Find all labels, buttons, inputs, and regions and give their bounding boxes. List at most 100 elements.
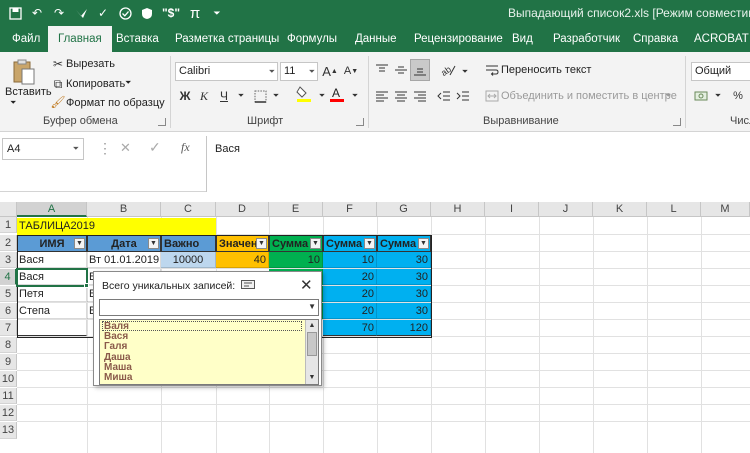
fill-handle[interactable]: [84, 283, 89, 288]
header-cell[interactable]: Важно: [161, 235, 216, 252]
list-item[interactable]: Миша: [104, 373, 132, 383]
scroll-up-icon[interactable]: ▲: [306, 320, 318, 332]
header-cell[interactable]: Сумма ▼: [269, 235, 323, 252]
value-cell[interactable]: 40: [216, 252, 269, 268]
column-header[interactable]: B: [87, 202, 161, 217]
copy-button[interactable]: Копировать: [66, 78, 125, 90]
paste-dropdown-icon[interactable]: ⏷: [10, 98, 16, 108]
tab-formulas[interactable]: Формулы: [287, 26, 337, 52]
percent-icon[interactable]: %: [730, 88, 746, 104]
check-icon[interactable]: ✓: [94, 4, 112, 22]
column-header[interactable]: M: [701, 202, 750, 217]
row-header[interactable]: 2: [0, 235, 17, 251]
active-cell-cursor[interactable]: [16, 268, 88, 287]
row-header[interactable]: 5: [0, 286, 17, 302]
shield-icon[interactable]: [138, 4, 156, 22]
column-header[interactable]: E: [269, 202, 323, 217]
row-header[interactable]: 3: [0, 252, 17, 268]
font-name-select[interactable]: Calibri ⏷: [175, 62, 278, 81]
tab-file[interactable]: Файл: [12, 26, 40, 52]
header-cell[interactable]: Дата ▼: [87, 235, 161, 252]
insert-function-button[interactable]: fx: [181, 140, 190, 155]
filter-dropdown-icon[interactable]: ▼: [310, 238, 321, 249]
column-header[interactable]: C: [161, 202, 216, 217]
fill-color-icon[interactable]: [296, 86, 312, 102]
tab-help[interactable]: Справка: [633, 26, 678, 52]
decrease-indent-icon[interactable]: [436, 88, 452, 104]
font-size-select[interactable]: 11 ⏷: [280, 62, 318, 81]
row-header[interactable]: 1: [0, 217, 17, 233]
undo-icon[interactable]: ↶: [28, 4, 46, 22]
sum-cell[interactable]: 30: [377, 252, 431, 268]
chevron-down-icon[interactable]: ▼: [308, 302, 316, 311]
unique-values-combobox[interactable]: ▼: [99, 299, 319, 316]
dropdown-icon[interactable]: ⏷: [208, 4, 226, 22]
row-header[interactable]: 13: [0, 422, 17, 439]
align-left-icon[interactable]: [374, 88, 390, 104]
row-header[interactable]: 4: [0, 269, 17, 285]
column-header[interactable]: A: [17, 202, 87, 217]
list-scrollbar[interactable]: ▲ ▼: [305, 320, 318, 384]
italic-button[interactable]: К: [196, 88, 212, 104]
column-header[interactable]: D: [216, 202, 269, 217]
copy-dropdown-icon[interactable]: ⏷: [125, 78, 131, 88]
align-top-icon[interactable]: [374, 62, 390, 78]
list-item[interactable]: Валя: [102, 321, 302, 332]
column-header[interactable]: I: [485, 202, 539, 217]
row-header[interactable]: 11: [0, 388, 17, 404]
borders-icon[interactable]: [252, 88, 268, 104]
formula-input[interactable]: Вася: [206, 136, 750, 192]
clipboard-launcher-icon[interactable]: [158, 118, 166, 126]
tab-home[interactable]: Главная: [48, 26, 112, 52]
sum-cell[interactable]: 20: [323, 286, 377, 302]
header-cell[interactable]: Значен ▼: [216, 235, 269, 252]
sum-cell[interactable]: 30: [377, 269, 431, 285]
column-header[interactable]: G: [377, 202, 431, 217]
tab-data[interactable]: Данные: [355, 26, 397, 52]
paste-icon[interactable]: [11, 58, 37, 86]
column-header[interactable]: L: [647, 202, 701, 217]
scroll-down-icon[interactable]: ▼: [306, 372, 318, 384]
align-middle-icon[interactable]: [393, 62, 409, 78]
column-header[interactable]: H: [431, 202, 485, 217]
importance-cell[interactable]: 10000: [161, 252, 216, 268]
column-header[interactable]: F: [323, 202, 377, 217]
filter-dropdown-icon[interactable]: ▼: [256, 238, 267, 249]
font-launcher-icon[interactable]: [356, 118, 364, 126]
grow-font-icon[interactable]: A ▲: [322, 63, 338, 79]
borders-dropdown-icon[interactable]: ⏷: [268, 88, 284, 104]
name-cell[interactable]: Вася: [17, 252, 87, 268]
sum-cell[interactable]: 10: [323, 252, 377, 268]
format-painter-button[interactable]: Формат по образцу: [66, 97, 165, 109]
header-cell[interactable]: Сумма ▼: [377, 235, 431, 252]
wrap-text-button[interactable]: Переносить текст: [501, 64, 591, 76]
row-header[interactable]: 7: [0, 320, 17, 336]
orientation-icon[interactable]: ab: [440, 62, 456, 78]
pi-icon[interactable]: π: [186, 4, 204, 22]
alignment-launcher-icon[interactable]: [673, 118, 681, 126]
bold-button[interactable]: Ж: [177, 88, 193, 104]
tab-page-layout[interactable]: Разметка страницы: [175, 26, 279, 52]
total-cell[interactable]: 120: [377, 320, 431, 336]
align-center-icon[interactable]: [393, 88, 409, 104]
more-options-icon[interactable]: ⋮: [98, 140, 112, 157]
filter-dropdown-icon[interactable]: ▼: [418, 238, 429, 249]
cut-button[interactable]: Вырезать: [66, 58, 115, 70]
cancel-entry-button[interactable]: ✕: [120, 140, 131, 156]
filter-dropdown-icon[interactable]: ▼: [74, 238, 85, 249]
confirm-entry-button[interactable]: ✓: [149, 139, 161, 156]
list-item[interactable]: Галя: [104, 342, 127, 352]
underline-button[interactable]: Ч: [216, 88, 232, 104]
name-cell[interactable]: Степа: [17, 303, 87, 319]
tab-view[interactable]: Вид: [512, 26, 533, 52]
header-cell[interactable]: ИМЯ ▼: [17, 235, 87, 252]
row-header[interactable]: 9: [0, 354, 17, 370]
paste-button[interactable]: Вставить: [5, 86, 52, 98]
orientation-dropdown-icon[interactable]: ⏷: [457, 64, 473, 80]
header-cell[interactable]: Сумма ▼: [323, 235, 377, 252]
align-right-icon[interactable]: [412, 88, 428, 104]
sum-cell[interactable]: 10: [269, 252, 323, 268]
row-header[interactable]: 6: [0, 303, 17, 319]
sum-cell[interactable]: 20: [323, 269, 377, 285]
empty-cell[interactable]: [17, 320, 87, 336]
